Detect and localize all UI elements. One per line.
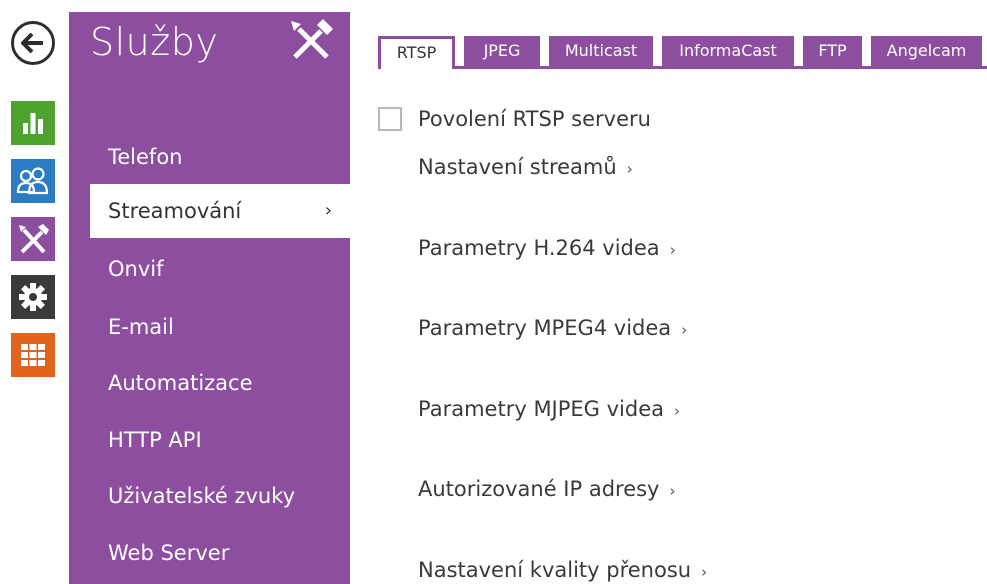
- sidebar-item-label: Uživatelské zvuky: [108, 484, 296, 508]
- rail-hardware-button[interactable]: [11, 275, 55, 319]
- sidebar-item-uzivatelske-zvuky[interactable]: Uživatelské zvuky: [69, 469, 350, 523]
- chevron-right-icon: ›: [701, 563, 708, 581]
- sidebar-item-onvif[interactable]: Onvif: [69, 242, 350, 296]
- bar-chart-icon: [23, 113, 43, 134]
- sidebar-item-telefon[interactable]: Telefon: [69, 130, 350, 184]
- link-label: Parametry MJPEG videa: [418, 397, 665, 421]
- link-mjpeg-params[interactable]: Parametry MJPEG videa ›: [418, 397, 680, 421]
- link-authorized-ips[interactable]: Autorizované IP adresy ›: [418, 477, 676, 501]
- link-label: Nastavení kvality přenosu: [418, 558, 692, 582]
- rtsp-enable-row[interactable]: Povolení RTSP serveru: [378, 104, 651, 134]
- link-quality-settings[interactable]: Nastavení kvality přenosu ›: [418, 558, 707, 582]
- chevron-right-icon: ›: [681, 321, 688, 339]
- tools-icon: [291, 19, 333, 59]
- users-icon: [16, 167, 49, 195]
- sidebar-item-label: E-mail: [108, 315, 174, 339]
- link-stream-settings[interactable]: Nastavení streamů ›: [418, 155, 633, 179]
- sidebar-item-label: Onvif: [108, 257, 164, 281]
- sidebar-item-label: Automatizace: [108, 371, 253, 395]
- back-button[interactable]: [11, 21, 55, 65]
- rtsp-enable-checkbox[interactable]: [378, 107, 402, 131]
- tab-jpeg[interactable]: JPEG: [464, 36, 540, 66]
- rtsp-settings: Povolení RTSP serveru Nastavení streamů ›…: [378, 100, 978, 584]
- arrow-left-icon: [21, 32, 43, 54]
- sidebar: Služby Telefon Streamování › Onvif E-mai…: [69, 12, 350, 584]
- chevron-right-icon: ›: [324, 200, 332, 221]
- gear-icon: [19, 283, 47, 311]
- sidebar-item-label: Streamování: [108, 199, 242, 223]
- sidebar-item-web-server[interactable]: Web Server: [69, 526, 350, 580]
- rtsp-enable-label: Povolení RTSP serveru: [418, 107, 651, 131]
- tools-icon: [19, 224, 49, 254]
- chevron-right-icon: ›: [626, 160, 633, 178]
- tab-informacast[interactable]: InformaCast: [662, 36, 794, 66]
- rail-system-button[interactable]: [11, 333, 55, 377]
- sidebar-item-email[interactable]: E-mail: [69, 300, 350, 354]
- icon-rail: [0, 0, 68, 584]
- sidebar-title: Služby: [90, 20, 219, 64]
- link-label: Nastavení streamů: [418, 155, 617, 179]
- sidebar-item-http-api[interactable]: HTTP API: [69, 413, 350, 467]
- chevron-right-icon: ›: [669, 482, 676, 500]
- grid-icon: [21, 344, 45, 366]
- tab-ftp[interactable]: FTP: [803, 36, 862, 66]
- link-label: Autorizované IP adresy: [418, 477, 660, 501]
- tab-bar: RTSP JPEG Multicast InformaCast FTP Ange…: [378, 36, 987, 69]
- sidebar-item-label: Telefon: [108, 145, 183, 169]
- sidebar-item-label: HTTP API: [108, 428, 202, 452]
- tab-rtsp[interactable]: RTSP: [378, 36, 455, 69]
- sidebar-item-label: Web Server: [108, 541, 230, 565]
- sidebar-item-streamovani[interactable]: Streamování ›: [90, 184, 350, 238]
- link-label: Parametry MPEG4 videa: [418, 316, 672, 340]
- link-mpeg4-params[interactable]: Parametry MPEG4 videa ›: [418, 316, 687, 340]
- link-label: Parametry H.264 videa: [418, 236, 660, 260]
- chevron-right-icon: ›: [669, 241, 676, 259]
- sidebar-item-automatizace[interactable]: Automatizace: [69, 356, 350, 410]
- rail-status-button[interactable]: [11, 101, 55, 145]
- chevron-right-icon: ›: [674, 402, 681, 420]
- rail-services-button[interactable]: [11, 217, 55, 261]
- tab-multicast[interactable]: Multicast: [549, 36, 653, 66]
- link-h264-params[interactable]: Parametry H.264 videa ›: [418, 236, 676, 260]
- rail-directory-button[interactable]: [11, 159, 55, 203]
- tab-angelcam[interactable]: Angelcam: [871, 36, 982, 66]
